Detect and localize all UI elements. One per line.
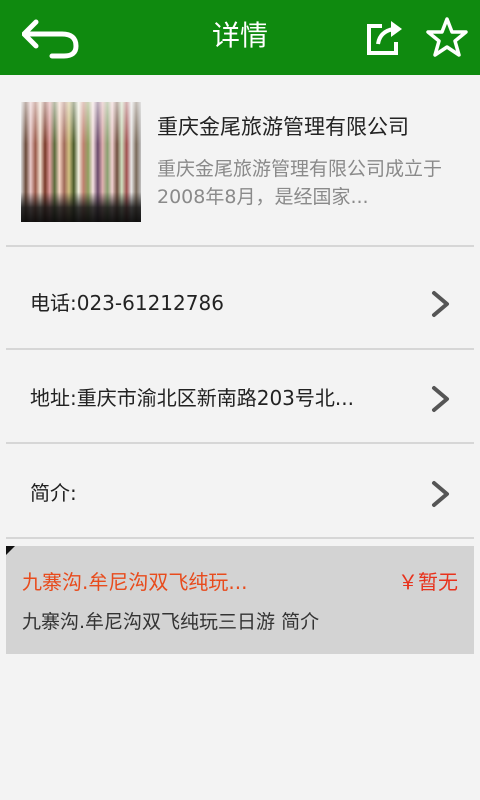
top-bar: 详情 [0, 0, 480, 75]
divider [6, 442, 474, 444]
tour-item[interactable]: 九寨沟.牟尼沟双飞纯玩... ￥暂无 九寨沟.牟尼沟双飞纯玩三日游 简介 [6, 546, 474, 654]
company-card[interactable]: 重庆金尾旅游管理有限公司 重庆金尾旅游管理有限公司成立于2008年8月，是经国家… [0, 75, 480, 245]
share-icon[interactable] [364, 16, 406, 58]
chevron-right-icon [432, 386, 449, 412]
address-row[interactable]: 地址:重庆市渝北区新南路203号北... [0, 352, 480, 445]
company-name: 重庆金尾旅游管理有限公司 [157, 115, 409, 139]
company-description: 重庆金尾旅游管理有限公司成立于2008年8月，是经国家... [157, 158, 443, 208]
divider [6, 537, 474, 539]
corner-marker [6, 546, 15, 555]
tour-name: 九寨沟.牟尼沟双飞纯玩... [22, 570, 248, 594]
tour-intro: 九寨沟.牟尼沟双飞纯玩三日游 简介 [22, 611, 320, 633]
intro-row[interactable]: 简介: [0, 447, 480, 540]
divider [6, 245, 474, 247]
phone-row[interactable]: 电话:023-61212786 [0, 257, 480, 350]
divider [6, 348, 474, 350]
back-arrow-icon[interactable] [22, 14, 82, 60]
chevron-right-icon [432, 481, 449, 507]
address-label: 地址:重庆市渝北区新南路203号北... [30, 386, 354, 410]
chevron-right-icon [432, 291, 449, 317]
tour-price: ￥暂无 [398, 570, 458, 594]
intro-label: 简介: [30, 481, 77, 505]
phone-label: 电话:023-61212786 [30, 291, 224, 315]
company-thumbnail [21, 102, 141, 222]
star-icon[interactable] [426, 16, 468, 58]
